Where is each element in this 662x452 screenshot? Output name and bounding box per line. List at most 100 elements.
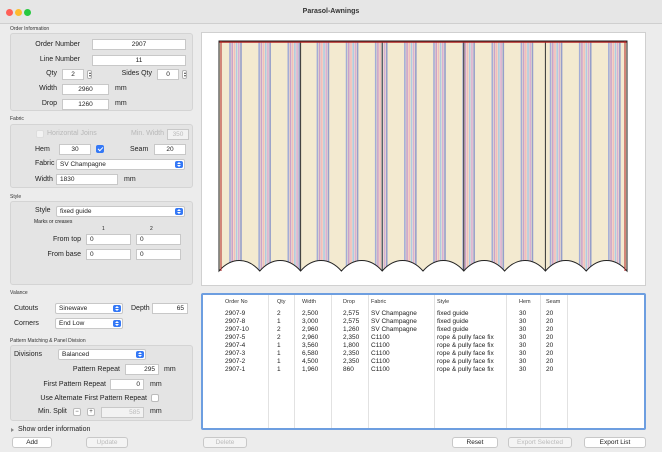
min-split-minus-button[interactable]: − <box>73 408 81 416</box>
table-cell: 30 <box>519 350 527 357</box>
chevron-updown-icon <box>113 320 121 327</box>
from-top-1-field[interactable]: 0 <box>86 234 131 245</box>
min-width-field[interactable]: 350 <box>167 129 189 140</box>
table-row[interactable]: 2907-3 1 6,580 2,350 C1100 rope & pully face … <box>203 350 644 358</box>
fabric-stripe <box>327 41 330 271</box>
sides-qty-field[interactable]: 0 <box>157 69 179 80</box>
style-select[interactable]: fixed guide <box>56 206 185 217</box>
table-header-style[interactable]: Style <box>437 299 449 305</box>
pattern-repeat-field[interactable]: 295 <box>125 364 159 375</box>
delete-button[interactable]: Delete <box>203 437 247 448</box>
table-cell: rope & pully face fix <box>437 334 494 341</box>
disclosure-triangle-icon[interactable] <box>11 428 14 432</box>
update-button[interactable]: Update <box>86 437 128 448</box>
table-header-hem[interactable]: Hem <box>519 299 531 305</box>
line-number-field[interactable]: 11 <box>92 55 186 66</box>
depth-label: Depth <box>131 305 150 312</box>
fabric-stripe <box>347 41 350 271</box>
order-lines-table[interactable]: Order No Qty Width Drop Fabric Style Hem Seam 29… <box>201 293 646 430</box>
table-cell: rope & pully face fix <box>437 358 494 365</box>
chevron-updown-icon <box>175 208 183 215</box>
table-cell: 2 <box>277 310 281 317</box>
min-split-field[interactable]: 585 <box>101 407 144 418</box>
add-button[interactable]: Add <box>12 437 52 448</box>
awning-drawing <box>218 40 628 273</box>
fabric-width-unit: mm <box>124 176 136 183</box>
order-number-field[interactable]: 2907 <box>92 39 186 50</box>
fabric-width-field[interactable]: 1830 <box>56 174 118 185</box>
table-header-drop[interactable]: Drop <box>343 299 355 305</box>
fabric-stripe <box>352 41 354 271</box>
fabric-stripe <box>231 41 233 271</box>
table-row[interactable]: 2907-2 1 4,500 2,350 C1100 rope & pully face … <box>203 358 644 366</box>
table-header-fabric[interactable]: Fabric <box>371 299 386 305</box>
first-repeat-field[interactable]: 0 <box>110 379 144 390</box>
hem-field[interactable]: 30 <box>59 144 91 155</box>
divisions-select[interactable]: Balanced <box>58 349 146 360</box>
show-order-info-toggle[interactable]: Show order information <box>18 426 90 433</box>
table-cell: fixed guide <box>437 326 469 333</box>
fabric-section-title: Fabric <box>10 116 24 122</box>
horizontal-joins-checkbox[interactable] <box>36 130 44 138</box>
fabric-stripe <box>385 41 388 271</box>
table-row[interactable]: 2907-1 1 1,960 860 C1100 rope & pully face fi… <box>203 366 644 374</box>
from-top-2-field[interactable]: 0 <box>136 234 181 245</box>
export-selected-button[interactable]: Export Selected <box>508 437 572 448</box>
fabric-stripe <box>578 41 581 271</box>
table-row[interactable]: 2907-4 1 3,560 1,800 C1100 rope & pully face … <box>203 342 644 350</box>
alt-repeat-checkbox[interactable] <box>151 394 159 402</box>
fabric-stripe <box>531 41 534 271</box>
export-list-button[interactable]: Export List <box>584 437 646 448</box>
table-cell: SV Champagne <box>371 318 417 325</box>
depth-field[interactable]: 65 <box>152 303 188 314</box>
pattern-repeat-label: Pattern Repeat <box>72 366 120 373</box>
fabric-select[interactable]: SV Champagne <box>56 159 185 170</box>
cutouts-select[interactable]: Sinewave <box>55 303 123 314</box>
fabric-stripe <box>379 41 381 271</box>
table-row[interactable]: 2907-9 2 2,500 2,575 SV Champagne fixed guide… <box>203 310 644 318</box>
fabric-background <box>219 41 627 271</box>
table-row[interactable]: 2907-10 2 2,960 1,260 SV Champagne fixed guid… <box>203 326 644 334</box>
order-width-field[interactable]: 2960 <box>62 84 109 95</box>
fabric-stripe <box>410 41 413 271</box>
corners-select[interactable]: End Low <box>55 318 123 329</box>
fabric-stripe <box>318 41 321 271</box>
hem-checkbox[interactable] <box>96 145 104 153</box>
sides-qty-stepper[interactable] <box>182 70 187 79</box>
from-base-2-field[interactable]: 0 <box>136 249 181 260</box>
table-row[interactable]: 2907-8 1 3,000 2,575 SV Champagne fixed guide… <box>203 318 644 326</box>
fabric-stripe <box>435 41 437 271</box>
fabric-stripe <box>556 41 558 271</box>
table-cell: 6,580 <box>302 350 319 357</box>
qty-stepper[interactable] <box>87 70 92 79</box>
table-header-seam[interactable]: Seam <box>546 299 560 305</box>
table-cell: 3,560 <box>302 342 319 349</box>
seam-field[interactable]: 20 <box>154 144 186 155</box>
corners-select-value: End Low <box>59 320 85 327</box>
table-row[interactable]: 2907-5 2 2,960 2,350 C1100 rope & pully face … <box>203 334 644 342</box>
qty-field[interactable]: 2 <box>62 69 84 80</box>
min-split-plus-button[interactable]: + <box>87 408 95 416</box>
drop-field[interactable]: 1260 <box>62 99 109 110</box>
table-header-order-no[interactable]: Order No <box>225 299 248 305</box>
fabric-stripe <box>466 41 469 271</box>
fabric-stripe <box>616 41 619 271</box>
table-cell: 20 <box>546 318 554 325</box>
cutouts-label: Cutouts <box>14 305 39 312</box>
table-cell: 2,500 <box>302 310 319 317</box>
fabric-stripe <box>612 41 615 271</box>
table-cell: 2,960 <box>302 334 319 341</box>
table-header-qty[interactable]: Qty <box>277 299 286 305</box>
from-base-1-field[interactable]: 0 <box>86 249 131 260</box>
fabric-stripe <box>260 41 263 271</box>
reset-button[interactable]: Reset <box>452 437 498 448</box>
fabric-stripe <box>581 41 583 271</box>
valance-section-title: Valance <box>10 290 28 296</box>
table-cell: 30 <box>519 318 527 325</box>
fabric-stripe <box>619 41 621 271</box>
table-cell: 2,350 <box>343 350 360 357</box>
from-top-label: From top <box>52 236 81 243</box>
table-cell: 1 <box>277 350 281 357</box>
table-header-width[interactable]: Width <box>302 299 316 305</box>
from-base-label: From base <box>47 251 81 258</box>
